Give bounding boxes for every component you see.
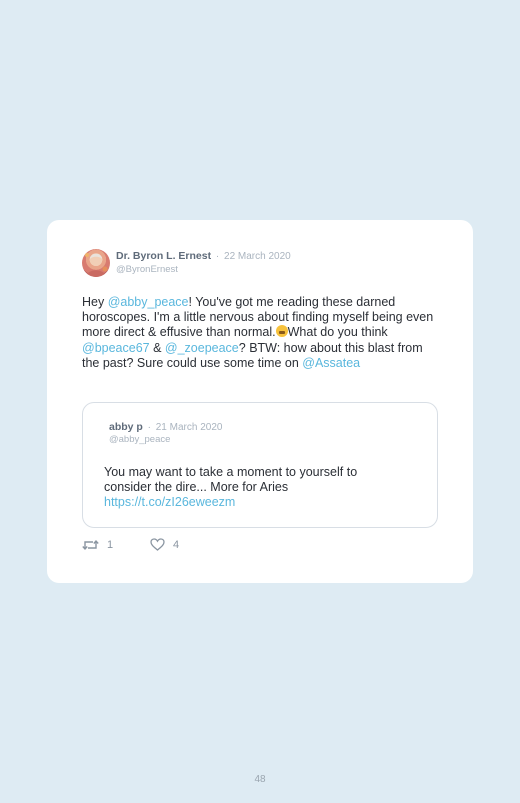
retweet-button[interactable]: 1 xyxy=(82,538,113,552)
quoted-link[interactable]: https://t.co/zI26eweezm xyxy=(104,495,404,510)
avatar-image xyxy=(85,253,108,277)
quoted-text: You may want to take a moment to yoursel… xyxy=(104,465,358,495)
retweet-icon xyxy=(82,539,99,551)
author-name[interactable]: Dr. Byron L. Ernest xyxy=(116,250,211,262)
tweet-text: Hey @abby_peace! You've got me reading t… xyxy=(82,295,437,371)
quoted-date[interactable]: 21 March 2020 xyxy=(156,422,223,433)
text-part: & xyxy=(149,340,165,355)
quoted-text-block: You may want to take a moment to yoursel… xyxy=(104,465,404,511)
separator-dot: · xyxy=(147,422,151,433)
quoted-author-handle[interactable]: @abby_peace xyxy=(109,434,170,445)
quoted-author-line: abby p · 21 March 2020 xyxy=(109,421,222,433)
quoted-tweet[interactable]: abby p · 21 March 2020 @abby_peace You m… xyxy=(82,402,438,528)
text-part: Hey xyxy=(82,295,108,309)
tweet-actions: 1 4 xyxy=(82,538,282,554)
text-part: What do you think xyxy=(287,325,388,340)
separator-dot: · xyxy=(215,251,220,262)
mention-assatea[interactable]: @Assatea xyxy=(302,356,360,370)
avatar[interactable] xyxy=(82,249,110,277)
page-number: 48 xyxy=(254,774,266,785)
heart-icon xyxy=(150,538,165,551)
grimacing-face-emoji xyxy=(275,325,288,338)
quoted-author-name[interactable]: abby p xyxy=(109,421,143,433)
retweet-count: 1 xyxy=(107,539,114,551)
tweet-date[interactable]: 22 March 2020 xyxy=(224,251,291,262)
like-button[interactable]: 4 xyxy=(150,538,179,551)
mention-zoepeace[interactable]: @_zoepeace xyxy=(165,341,239,355)
mention-abby-peace[interactable]: @abby_peace xyxy=(108,295,189,309)
tweet-card: Dr. Byron L. Ernest · 22 March 2020 @Byr… xyxy=(47,220,473,583)
author-handle[interactable]: @ByronErnest xyxy=(116,264,178,275)
author-line: Dr. Byron L. Ernest · 22 March 2020 xyxy=(116,250,291,262)
tweet-header: Dr. Byron L. Ernest · 22 March 2020 @Byr… xyxy=(82,248,442,278)
like-count: 4 xyxy=(173,538,180,551)
mention-bpeace67[interactable]: @bpeace67 xyxy=(82,341,150,355)
